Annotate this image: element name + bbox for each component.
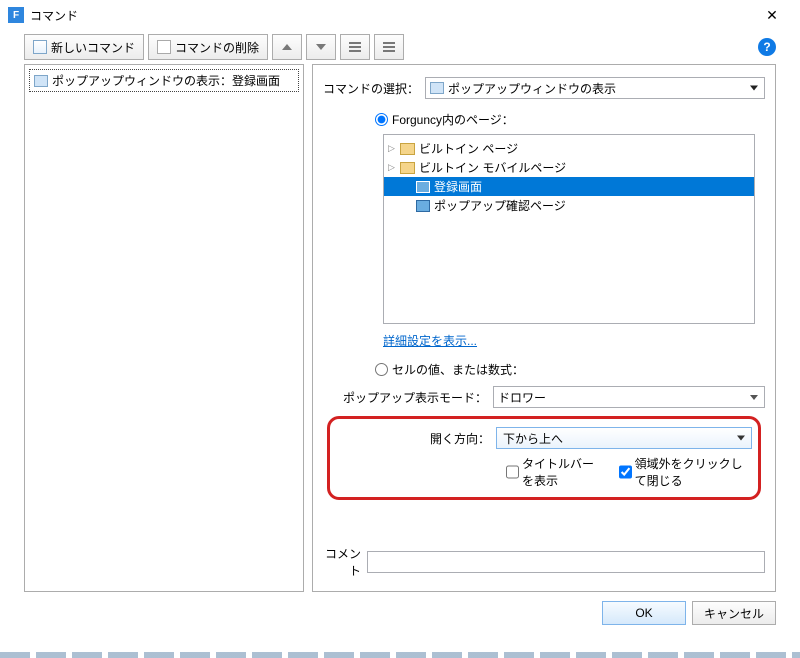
delete-command-label: コマンドの削除	[175, 39, 259, 56]
footer: OK キャンセル	[0, 592, 800, 634]
drawer-options-highlight: 開く方向： 下から上へ タイトルバーを表示 領域外をクリックして閉じる	[327, 416, 761, 500]
open-direction-value: 下から上へ	[503, 430, 563, 447]
page-tree-register-label: 登録画面	[434, 178, 482, 195]
comment-label: コメント	[323, 545, 367, 579]
page-tree-register[interactable]: 登録画面	[384, 177, 754, 196]
ok-button[interactable]: OK	[602, 601, 686, 625]
arrow-down-icon	[316, 44, 326, 50]
popup-mode-value: ドロワー	[498, 389, 546, 406]
popup-window-icon	[34, 75, 48, 87]
titlebar: F コマンド ✕	[0, 0, 800, 30]
folder-icon	[400, 162, 415, 174]
folder-icon	[400, 143, 415, 155]
left-panel: ポップアップウィンドウの表示：登録画面	[24, 64, 304, 592]
popup-mode-combo[interactable]: ドロワー	[493, 386, 765, 408]
command-select-label: コマンドの選択：	[323, 80, 425, 97]
page-tree-mobile[interactable]: ▷ ビルトイン モバイルページ	[384, 158, 754, 177]
window-title: コマンド	[30, 7, 752, 24]
page-tree-confirm[interactable]: ポップアップ確認ページ	[384, 196, 754, 215]
radio-cell-value-label: セルの値、または数式：	[392, 361, 524, 378]
comment-row: コメント	[323, 539, 765, 579]
help-icon[interactable]: ?	[758, 38, 776, 56]
advanced-settings-link[interactable]: 詳細設定を表示...	[383, 332, 765, 349]
radio-forguncy-page[interactable]: Forguncy内のページ：	[375, 111, 765, 128]
radio-forguncy-page-input[interactable]	[375, 113, 388, 126]
radio-cell-value[interactable]: セルの値、または数式：	[375, 361, 765, 378]
delete-icon	[157, 40, 171, 54]
delete-command-button[interactable]: コマンドの削除	[148, 34, 268, 60]
page-tree-mobile-label: ビルトイン モバイルページ	[419, 159, 566, 176]
new-command-button[interactable]: 新しいコマンド	[24, 34, 144, 60]
show-titlebar-input[interactable]	[506, 465, 519, 479]
radio-forguncy-page-label: Forguncy内のページ：	[392, 111, 514, 128]
outdent-icon	[349, 42, 361, 52]
right-panel: コマンドの選択： ポップアップウィンドウの表示 Forguncy内のページ： ▷…	[312, 64, 776, 592]
page-icon	[416, 200, 430, 212]
command-tree-item-label: ポップアップウィンドウの表示：登録画面	[52, 72, 280, 89]
close-outside-checkbox[interactable]: 領域外をクリックして閉じる	[619, 455, 752, 489]
show-titlebar-label: タイトルバーを表示	[522, 455, 603, 489]
move-up-button[interactable]	[272, 34, 302, 60]
move-down-button[interactable]	[306, 34, 336, 60]
show-titlebar-checkbox[interactable]: タイトルバーを表示	[506, 455, 603, 489]
popup-window-icon	[430, 82, 444, 94]
outdent-button[interactable]	[340, 34, 370, 60]
comment-input[interactable]	[367, 551, 765, 573]
expand-icon[interactable]: ▷	[388, 143, 395, 154]
bottom-window-edge	[0, 652, 800, 658]
toolbar: 新しいコマンド コマンドの削除 ?	[0, 30, 800, 64]
command-tree-item[interactable]: ポップアップウィンドウの表示：登録画面	[29, 69, 299, 92]
radio-cell-value-input[interactable]	[375, 363, 388, 376]
page-tree[interactable]: ▷ ビルトイン ページ ▷ ビルトイン モバイルページ 登録画面 ポップアップ確認ペ…	[383, 134, 755, 324]
page-icon	[416, 181, 430, 193]
indent-button[interactable]	[374, 34, 404, 60]
arrow-up-icon	[282, 44, 292, 50]
open-direction-combo[interactable]: 下から上へ	[496, 427, 752, 449]
indent-icon	[383, 42, 395, 52]
page-tree-builtin-label: ビルトイン ページ	[419, 140, 518, 157]
command-select-value: ポップアップウィンドウの表示	[448, 80, 616, 97]
command-select-combo[interactable]: ポップアップウィンドウの表示	[425, 77, 765, 99]
main-area: ポップアップウィンドウの表示：登録画面 コマンドの選択： ポップアップウィンドウ…	[0, 64, 800, 592]
page-tree-confirm-label: ポップアップ確認ページ	[434, 197, 566, 214]
new-command-label: 新しいコマンド	[51, 39, 135, 56]
open-direction-label: 開く方向：	[336, 430, 496, 447]
popup-mode-label: ポップアップ表示モード：	[323, 389, 493, 406]
close-outside-label: 領域外をクリックして閉じる	[635, 455, 752, 489]
document-icon	[33, 40, 47, 54]
app-icon: F	[8, 7, 24, 23]
expand-icon[interactable]: ▷	[388, 162, 395, 173]
close-outside-input[interactable]	[619, 465, 632, 479]
cancel-button[interactable]: キャンセル	[692, 601, 776, 625]
close-icon[interactable]: ✕	[752, 0, 792, 30]
page-tree-builtin[interactable]: ▷ ビルトイン ページ	[384, 139, 754, 158]
